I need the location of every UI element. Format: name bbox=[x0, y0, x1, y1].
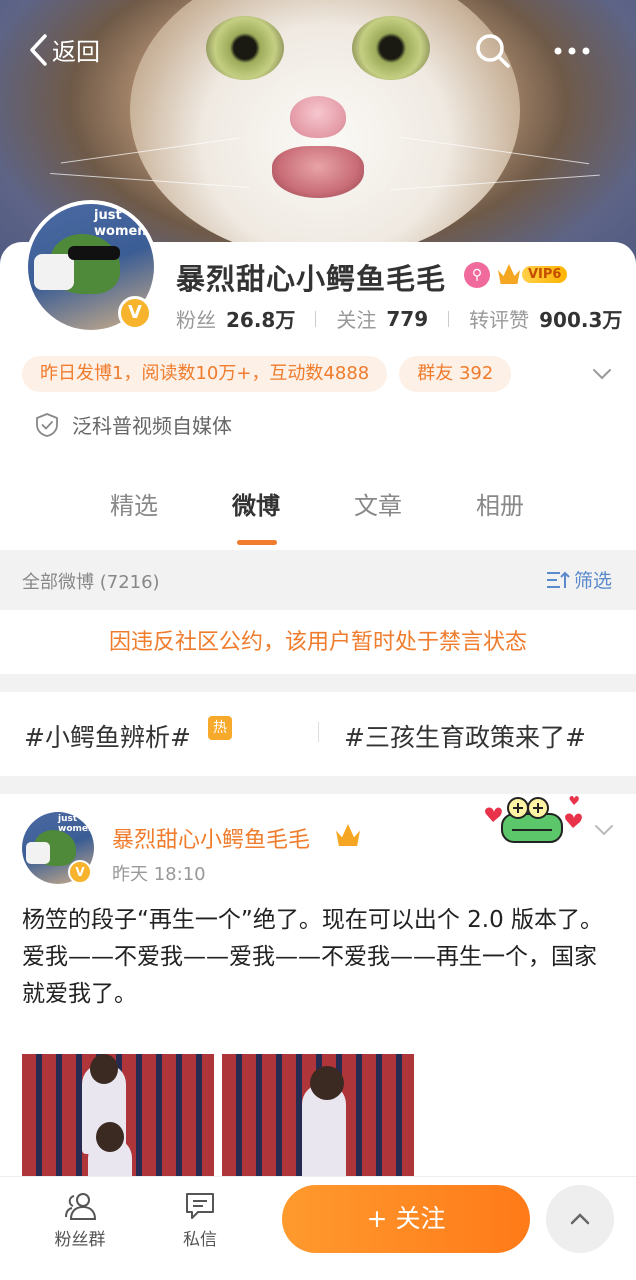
profile-tags: 昨日发博1，阅读数10万+，互动数4888 群友 392 bbox=[22, 356, 523, 392]
post-text-line: 杨笠的段子“再生一个”绝了。现在可以出个 2.0 版本了。 bbox=[22, 907, 604, 933]
chevron-left-icon bbox=[30, 33, 47, 66]
expand-button[interactable] bbox=[590, 362, 614, 390]
filter-button[interactable]: 筛选 bbox=[546, 566, 612, 593]
search-icon bbox=[476, 34, 510, 68]
divider bbox=[315, 310, 317, 327]
divider bbox=[0, 776, 636, 794]
avatar-text: just women bbox=[58, 814, 94, 834]
more-button[interactable] bbox=[552, 36, 592, 70]
post-image[interactable] bbox=[22, 1054, 214, 1178]
scroll-top-button[interactable] bbox=[546, 1185, 614, 1253]
active-tab-indicator bbox=[237, 540, 277, 545]
group-icon bbox=[65, 1193, 97, 1220]
fan-group-tag[interactable]: 群友 392 bbox=[399, 356, 512, 392]
divider bbox=[318, 722, 319, 742]
message-label: 私信 bbox=[183, 1230, 217, 1250]
ban-notice: 因违反社区公约，该用户暂时处于禁言状态 bbox=[0, 612, 636, 674]
verified-icon: V bbox=[68, 860, 92, 884]
person-head bbox=[90, 1054, 118, 1084]
stat-following[interactable]: 关注 779 bbox=[336, 304, 428, 333]
avatar-mask bbox=[26, 842, 50, 864]
tab-weibo[interactable]: 微博 bbox=[232, 486, 280, 521]
activity-tag[interactable]: 昨日发博1，阅读数10万+，互动数4888 bbox=[22, 356, 388, 392]
post-menu-button[interactable] bbox=[592, 818, 616, 846]
crown-icon bbox=[336, 824, 360, 846]
vip-label: VIP6 bbox=[522, 265, 568, 283]
search-button[interactable] bbox=[474, 32, 512, 74]
profile-username: 暴烈甜心小鳄鱼毛毛 bbox=[176, 262, 447, 296]
topic-link[interactable]: #三孩生育政策来了# bbox=[344, 718, 586, 754]
avatar-text: just women bbox=[94, 208, 147, 239]
stat-label: 粉丝 bbox=[176, 308, 216, 332]
search-badge-icon[interactable]: ⚲ bbox=[464, 262, 490, 288]
filter-label: 筛选 bbox=[574, 570, 613, 592]
chevron-down-icon bbox=[593, 369, 611, 380]
tab-articles[interactable]: 文章 bbox=[354, 486, 402, 521]
person-head bbox=[310, 1066, 344, 1100]
bottom-action-bar: 粉丝群 私信 + 关注 bbox=[0, 1176, 636, 1280]
filter-icon bbox=[547, 571, 570, 588]
topic-bar: #小鳄鱼辨析# 热 #三孩生育政策来了# bbox=[0, 692, 636, 776]
post-count: 全部微博 (7216) bbox=[22, 572, 160, 593]
chevron-down-icon bbox=[595, 825, 613, 836]
tab-featured[interactable]: 精选 bbox=[110, 486, 158, 521]
post-author[interactable]: 暴烈甜心小鳄鱼毛毛 bbox=[112, 822, 310, 854]
verified-icon: V bbox=[118, 296, 152, 330]
topic-link[interactable]: #小鳄鱼辨析# bbox=[24, 718, 191, 754]
person-head bbox=[96, 1122, 124, 1152]
back-button[interactable]: 返回 bbox=[28, 32, 100, 67]
stat-value: 26.8万 bbox=[226, 308, 296, 332]
post-text-line: 爱我——不爱我——爱我——不爱我——再生一个，国家就爱我了。 bbox=[22, 944, 597, 1007]
cat-nose bbox=[290, 96, 346, 138]
stat-value: 779 bbox=[386, 306, 429, 331]
avatar-mask bbox=[34, 254, 74, 290]
cat-mouth bbox=[272, 146, 364, 198]
vip-badge[interactable]: VIP6 bbox=[498, 262, 568, 286]
stat-label: 关注 bbox=[336, 308, 377, 332]
crocodile-sticker-icon bbox=[485, 796, 582, 843]
fans-group-button[interactable]: 粉丝群 bbox=[40, 1191, 120, 1250]
top-bar: 返回 bbox=[0, 28, 636, 72]
stat-label: 转评赞 bbox=[469, 308, 530, 332]
follow-button[interactable]: + 关注 bbox=[282, 1185, 530, 1253]
filter-bar: 全部微博 (7216) 筛选 bbox=[0, 550, 636, 610]
profile-stats: 粉丝 26.8万 关注 779 转评赞 900.3万 bbox=[176, 304, 622, 333]
post-content[interactable]: 杨笠的段子“再生一个”绝了。现在可以出个 2.0 版本了。 爱我——不爱我——爱… bbox=[22, 902, 616, 1013]
divider bbox=[448, 310, 450, 327]
more-dots-icon bbox=[554, 47, 590, 55]
message-icon bbox=[186, 1193, 214, 1219]
post-time: 昨天 18:10 bbox=[112, 864, 206, 885]
profile-category: 泛科普视频自媒体 bbox=[34, 410, 232, 439]
stat-value: 900.3万 bbox=[539, 308, 623, 332]
back-label: 返回 bbox=[52, 38, 100, 66]
feed-post: just women V 暴烈甜心小鳄鱼毛毛 昨天 18:10 杨笠的段子“再生… bbox=[0, 794, 636, 1184]
tab-album[interactable]: 相册 bbox=[476, 486, 524, 521]
hot-badge: 热 bbox=[208, 716, 232, 740]
fans-group-label: 粉丝群 bbox=[54, 1230, 106, 1250]
crown-icon bbox=[498, 264, 520, 284]
stat-fans[interactable]: 粉丝 26.8万 bbox=[176, 304, 295, 333]
shield-check-icon bbox=[36, 412, 58, 437]
stat-interactions[interactable]: 转评赞 900.3万 bbox=[469, 304, 622, 333]
profile-tabs: 精选 微博 文章 相册 bbox=[0, 486, 636, 550]
chevron-up-icon bbox=[570, 1213, 590, 1225]
post-image[interactable] bbox=[222, 1054, 414, 1178]
message-button[interactable]: 私信 bbox=[160, 1191, 240, 1250]
category-label: 泛科普视频自媒体 bbox=[72, 414, 232, 438]
avatar-glasses bbox=[68, 246, 120, 260]
divider bbox=[0, 674, 636, 692]
